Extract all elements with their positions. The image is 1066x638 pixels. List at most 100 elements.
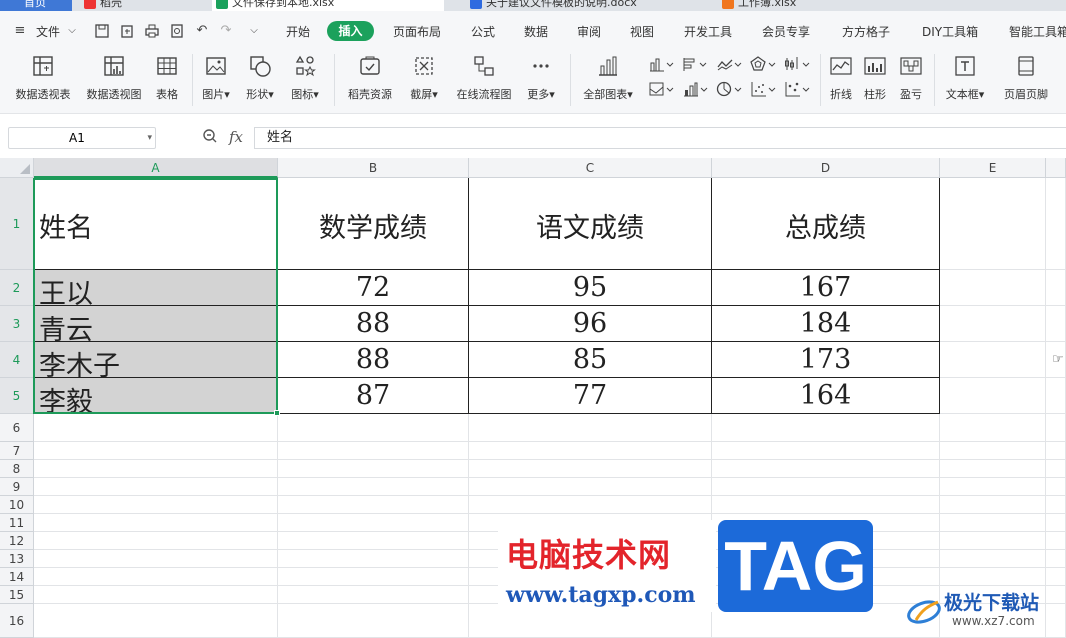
cell[interactable] (940, 460, 1046, 478)
zoom-search-icon[interactable] (202, 128, 218, 148)
cell[interactable] (469, 414, 712, 442)
column-sparkline-button[interactable]: 柱形 (860, 54, 890, 102)
line-sparkline-button[interactable]: 折线 (826, 54, 856, 102)
cell[interactable] (469, 496, 712, 514)
row-header-15[interactable]: 15 (0, 586, 34, 604)
cell[interactable]: 总成绩 (712, 178, 940, 270)
cell[interactable] (278, 550, 469, 568)
row-header-10[interactable]: 10 (0, 496, 34, 514)
cell[interactable] (278, 604, 469, 638)
cell[interactable] (1046, 378, 1066, 414)
cell[interactable]: 姓名 (34, 178, 278, 270)
customize-toolbar-chevron-icon[interactable]: ⌵ (246, 23, 262, 39)
cell[interactable] (1046, 460, 1066, 478)
menu-tab-page-layout[interactable]: 页面布局 (393, 23, 441, 40)
cell[interactable]: 王以 (34, 270, 278, 306)
cell[interactable]: 164 (712, 378, 940, 414)
cell[interactable] (278, 496, 469, 514)
cell[interactable]: 72 (278, 270, 469, 306)
screenshot-button[interactable]: 截屏▾ (404, 54, 444, 102)
cell[interactable]: 88 (278, 342, 469, 378)
column-header-a[interactable]: A (34, 158, 278, 178)
cell[interactable] (712, 460, 940, 478)
tab-word-document[interactable]: 关于建议文件模板的说明.docx (466, 0, 696, 11)
more-button[interactable]: 更多▾ (522, 54, 560, 102)
column-header-b[interactable]: B (278, 158, 469, 178)
cell[interactable] (278, 514, 469, 532)
menu-tab-insert[interactable]: 插入 (327, 21, 374, 41)
menu-tab-diy[interactable]: DIY工具箱 (922, 23, 978, 40)
row-header-4[interactable]: 4 (0, 342, 34, 378)
menu-tab-fangfang[interactable]: 方方格子 (842, 23, 890, 40)
menu-tab-smart-tools[interactable]: 智能工具箱 (1009, 23, 1066, 40)
cell[interactable] (34, 604, 278, 638)
cell[interactable] (712, 478, 940, 496)
row-header-11[interactable]: 11 (0, 514, 34, 532)
cell[interactable] (278, 442, 469, 460)
cell[interactable] (712, 414, 940, 442)
fill-handle[interactable] (274, 410, 280, 416)
cell[interactable] (1046, 414, 1066, 442)
cell[interactable] (34, 568, 278, 586)
cell[interactable] (940, 478, 1046, 496)
cell[interactable] (1046, 178, 1066, 270)
pie-chart-small-icon[interactable] (716, 81, 742, 101)
column-header-c[interactable]: C (469, 158, 712, 178)
row-header-9[interactable]: 9 (0, 478, 34, 496)
row-header-14[interactable]: 14 (0, 568, 34, 586)
insert-function-icon[interactable]: fx (229, 128, 243, 146)
cell[interactable] (278, 568, 469, 586)
stock-chart-small-icon[interactable] (784, 56, 810, 76)
combo-chart-small-icon[interactable] (784, 81, 810, 101)
row-header-3[interactable]: 3 (0, 306, 34, 342)
cell[interactable]: 数学成绩 (278, 178, 469, 270)
row-header-12[interactable]: 12 (0, 532, 34, 550)
row-header-7[interactable]: 7 (0, 442, 34, 460)
cell[interactable] (1046, 442, 1066, 460)
menu-tab-developer[interactable]: 开发工具 (684, 23, 732, 40)
cell[interactable] (1046, 478, 1066, 496)
resources-button[interactable]: 稻壳资源 (344, 54, 396, 102)
undo-icon[interactable]: ↶ (194, 23, 210, 39)
hamburger-menu-icon[interactable]: ≡ (12, 23, 28, 39)
row-header-5[interactable]: 5 (0, 378, 34, 414)
cell[interactable] (278, 478, 469, 496)
cell[interactable]: 青云 (34, 306, 278, 342)
export-icon[interactable] (119, 23, 135, 39)
cell[interactable] (34, 414, 278, 442)
scatter-chart-small-icon[interactable] (750, 81, 776, 101)
tab-active-document[interactable]: 文件保存到本地.xlsx (212, 0, 444, 11)
cell[interactable] (940, 270, 1046, 306)
file-menu[interactable]: 文件 (36, 23, 60, 40)
cell[interactable] (940, 514, 1046, 532)
chevron-down-icon[interactable]: ▾ (147, 128, 152, 148)
cell[interactable] (940, 178, 1046, 270)
cell[interactable] (469, 460, 712, 478)
cell[interactable]: 95 (469, 270, 712, 306)
image-button[interactable]: 图片▾ (198, 54, 234, 102)
cell[interactable] (278, 414, 469, 442)
row-header-2[interactable]: 2 (0, 270, 34, 306)
cell[interactable] (1046, 270, 1066, 306)
column-header-e[interactable]: E (940, 158, 1046, 178)
cell[interactable] (278, 586, 469, 604)
cell[interactable] (940, 532, 1046, 550)
cell[interactable] (278, 460, 469, 478)
cell[interactable] (940, 414, 1046, 442)
column-chart-small-icon[interactable] (648, 56, 674, 76)
cell[interactable] (469, 478, 712, 496)
tab-workbook[interactable]: 工作簿.xlsx (718, 0, 938, 11)
cell[interactable] (34, 550, 278, 568)
cell[interactable] (34, 496, 278, 514)
cell[interactable] (469, 442, 712, 460)
cell[interactable]: 167 (712, 270, 940, 306)
cell[interactable]: 96 (469, 306, 712, 342)
print-preview-icon[interactable] (169, 23, 185, 39)
menu-tab-review[interactable]: 审阅 (577, 23, 601, 40)
menu-tab-member[interactable]: 会员专享 (762, 23, 810, 40)
cell[interactable] (940, 550, 1046, 568)
cell[interactable]: 184 (712, 306, 940, 342)
shape-button[interactable]: 形状▾ (242, 54, 278, 102)
column-header[interactable] (1046, 158, 1066, 178)
cell[interactable] (34, 478, 278, 496)
